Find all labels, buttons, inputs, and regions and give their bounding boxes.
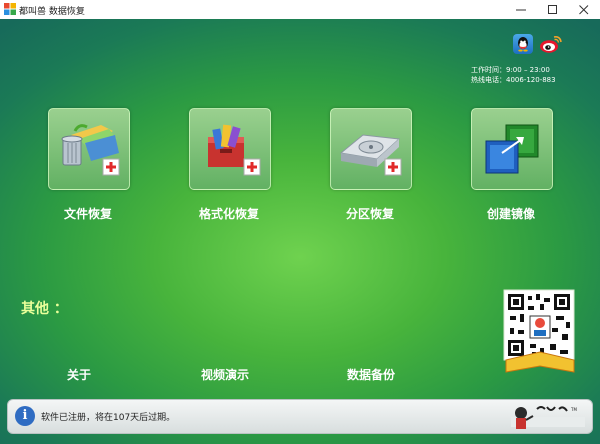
close-icon <box>579 5 589 15</box>
create-image-button[interactable] <box>471 108 553 190</box>
partition-recovery-label[interactable]: 分区恢复 <box>310 205 430 222</box>
brand-logo-icon: TM <box>511 406 585 429</box>
maximize-icon <box>548 5 557 14</box>
format-recovery-button[interactable] <box>189 108 271 190</box>
app-logo-icon <box>4 3 16 15</box>
weibo-button[interactable] <box>539 34 563 54</box>
partition-recovery-icon <box>339 134 402 176</box>
create-image-icon <box>485 124 539 174</box>
file-recovery-label[interactable]: 文件恢复 <box>28 205 148 222</box>
main-panel: 工作时间：9:00 – 23:00 热线电话：4006-120-883 文件恢复… <box>0 19 600 444</box>
promo-panel[interactable] <box>492 288 588 378</box>
video-demo-link[interactable]: 视频演示 <box>201 366 249 383</box>
status-message: 软件已注册，将在107天后过期。 <box>41 413 176 423</box>
format-recovery-label[interactable]: 格式化恢复 <box>169 205 289 222</box>
close-button[interactable] <box>569 0 599 19</box>
window-title: 都叫兽 数据恢复 <box>19 7 85 17</box>
qq-icon <box>518 37 528 52</box>
about-link[interactable]: 关于 <box>67 366 91 383</box>
create-image-label[interactable]: 创建镜像 <box>451 205 571 222</box>
minimize-button[interactable] <box>506 0 536 19</box>
promo-qr-graphic <box>503 289 575 373</box>
qq-button[interactable] <box>513 34 533 54</box>
format-recovery-icon <box>208 124 261 176</box>
weibo-icon <box>540 36 562 53</box>
others-title: 其他 ： <box>21 301 68 317</box>
maximize-button[interactable] <box>538 0 568 19</box>
file-recovery-icon <box>61 124 120 176</box>
minimize-icon <box>516 9 526 11</box>
status-bar: i 软件已注册，将在107天后过期。 TM <box>7 399 593 434</box>
partition-recovery-button[interactable] <box>330 108 412 190</box>
work-hours: 工作时间：9:00 – 23:00 <box>471 66 550 74</box>
hotline: 热线电话：4006-120-883 <box>471 76 556 84</box>
info-icon: i <box>15 406 35 426</box>
contact-info: 工作时间：9:00 – 23:00 热线电话：4006-120-883 <box>471 65 556 85</box>
svg-text:TM: TM <box>570 407 577 412</box>
title-bar: 都叫兽 数据恢复 <box>0 0 600 19</box>
file-recovery-button[interactable] <box>48 108 130 190</box>
data-backup-link[interactable]: 数据备份 <box>347 366 395 383</box>
